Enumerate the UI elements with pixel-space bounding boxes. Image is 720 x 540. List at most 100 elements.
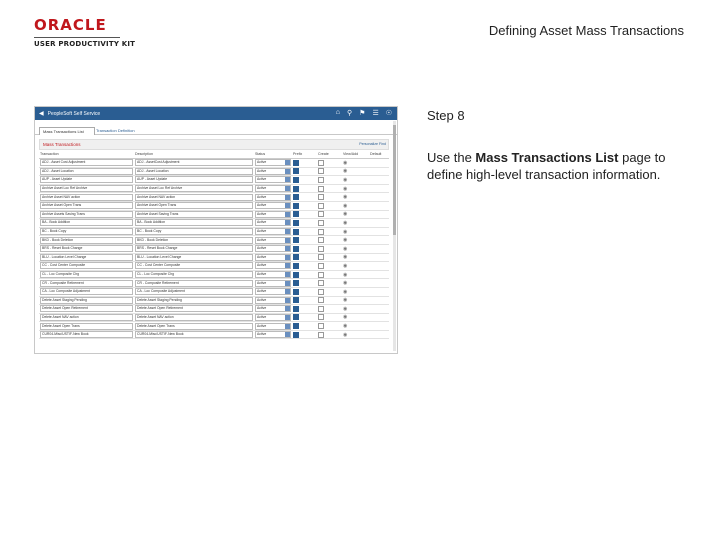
status-select[interactable]: Active	[255, 305, 291, 313]
prefix-checkbox[interactable]	[293, 254, 299, 261]
transaction-input[interactable]: Delete Asset Open Trans	[40, 322, 133, 330]
create-checkbox[interactable]	[318, 331, 324, 338]
description-input[interactable]: Delete Asset NAV action	[135, 313, 253, 321]
status-select[interactable]: Active	[255, 313, 291, 321]
status-select[interactable]: Active	[255, 210, 291, 218]
status-select[interactable]: Active	[255, 271, 291, 278]
transaction-input[interactable]: CA - Loc Composite Adjustment	[40, 288, 133, 296]
prefix-checkbox[interactable]	[293, 271, 299, 278]
prefix-checkbox[interactable]	[293, 323, 299, 330]
flag-icon[interactable]: ⚑	[359, 109, 365, 117]
transaction-input[interactable]: CC - Cost Center Composite	[40, 262, 133, 270]
create-checkbox[interactable]	[318, 280, 324, 287]
create-checkbox[interactable]	[318, 288, 324, 295]
description-input[interactable]: BKD - Book Deletion	[135, 236, 253, 244]
description-input[interactable]: CL - Loc Composite Chg	[135, 271, 253, 278]
description-input[interactable]: AUP - Asset Update	[135, 176, 253, 184]
view-icon[interactable]: ◉	[343, 263, 347, 269]
view-icon[interactable]: ◉	[343, 194, 347, 200]
prefix-checkbox[interactable]	[293, 185, 299, 192]
description-input[interactable]: CA - Loc Composite Adjustment	[135, 288, 253, 296]
status-select[interactable]: Active	[255, 193, 291, 201]
create-checkbox[interactable]	[318, 185, 324, 192]
prefix-checkbox[interactable]	[293, 237, 299, 244]
prefix-checkbox[interactable]	[293, 331, 299, 338]
status-select[interactable]: Active	[255, 322, 291, 330]
prefix-checkbox[interactable]	[293, 280, 299, 287]
transaction-input[interactable]: Archive Asset Loc Ref Archive	[40, 185, 133, 192]
grid-links[interactable]: Personalize Find	[359, 140, 386, 149]
view-icon[interactable]: ◉	[343, 289, 347, 295]
status-select[interactable]: Active	[255, 279, 291, 287]
view-icon[interactable]: ◉	[343, 211, 347, 217]
view-icon[interactable]: ◉	[343, 229, 347, 235]
create-checkbox[interactable]	[318, 254, 324, 261]
transaction-input[interactable]: BRS - Reset Book Change	[40, 245, 133, 253]
create-checkbox[interactable]	[318, 297, 324, 304]
view-icon[interactable]: ◉	[343, 297, 347, 303]
prefix-checkbox[interactable]	[293, 245, 299, 252]
view-icon[interactable]: ◉	[343, 160, 347, 166]
prefix-checkbox[interactable]	[293, 288, 299, 295]
create-checkbox[interactable]	[318, 176, 324, 183]
status-select[interactable]: Active	[255, 185, 291, 192]
description-input[interactable]: BRS - Reset Book Change	[135, 245, 253, 253]
status-select[interactable]: Active	[255, 202, 291, 210]
create-checkbox[interactable]	[318, 314, 324, 321]
create-checkbox[interactable]	[318, 219, 324, 226]
create-checkbox[interactable]	[318, 262, 324, 269]
menu-icon[interactable]: ☰	[372, 109, 378, 117]
view-icon[interactable]: ◉	[343, 254, 347, 260]
description-input[interactable]: CC - Cost Center Composite	[135, 262, 253, 270]
create-checkbox[interactable]	[318, 271, 324, 278]
transaction-input[interactable]: Delete Asset Open Retirement	[40, 305, 133, 313]
prefix-checkbox[interactable]	[293, 262, 299, 269]
transaction-input[interactable]: BC - Book Copy	[40, 228, 133, 235]
prefix-checkbox[interactable]	[293, 202, 299, 209]
status-select[interactable]: Active	[255, 245, 291, 253]
transaction-input[interactable]: CUR04-Misc/USTIF-New Book	[40, 331, 133, 339]
description-input[interactable]: CR - Composite Retirement	[135, 279, 253, 287]
transaction-input[interactable]: Archive Asset Open Trans	[40, 202, 133, 210]
description-input[interactable]: Delete Asset Open Retirement	[135, 305, 253, 313]
prefix-checkbox[interactable]	[293, 211, 299, 218]
view-icon[interactable]: ◉	[343, 186, 347, 192]
status-select[interactable]: Active	[255, 159, 291, 167]
description-input[interactable]: Archive Asset NAV action	[135, 193, 253, 201]
prefix-checkbox[interactable]	[293, 297, 299, 304]
prefix-checkbox[interactable]	[293, 219, 299, 226]
status-select[interactable]: Active	[255, 176, 291, 184]
status-select[interactable]: Active	[255, 219, 291, 227]
create-checkbox[interactable]	[318, 237, 324, 244]
status-select[interactable]: Active	[255, 331, 291, 339]
scrollbar[interactable]	[393, 121, 396, 351]
description-input[interactable]: ADJ - AssetCost Adjustment	[135, 159, 253, 167]
prefix-checkbox[interactable]	[293, 168, 299, 175]
view-icon[interactable]: ◉	[343, 246, 347, 252]
status-select[interactable]: Active	[255, 262, 291, 270]
view-icon[interactable]: ◉	[343, 332, 347, 338]
status-select[interactable]: Active	[255, 228, 291, 235]
description-input[interactable]: CUR04-Misc/USTIF-New Book	[135, 331, 253, 339]
home-icon[interactable]: ⌂	[336, 109, 340, 117]
tab-mass-transactions-list[interactable]: Mass Transactions List	[39, 127, 95, 135]
description-input[interactable]: ADJ - Asset Location	[135, 167, 253, 175]
search-icon[interactable]: ⚲	[347, 109, 352, 117]
create-checkbox[interactable]	[318, 211, 324, 218]
transaction-input[interactable]: Delete Asset Staging Pending	[40, 296, 133, 304]
view-icon[interactable]: ◉	[343, 314, 347, 320]
description-input[interactable]: BA - Book Addition	[135, 219, 253, 227]
create-checkbox[interactable]	[318, 228, 324, 235]
create-checkbox[interactable]	[318, 168, 324, 175]
scrollbar-thumb[interactable]	[393, 125, 396, 235]
view-icon[interactable]: ◉	[343, 220, 347, 226]
transaction-input[interactable]: BA - Book Addition	[40, 219, 133, 227]
description-input[interactable]: Archive Asset Loc Ref Archive	[135, 185, 253, 192]
prefix-checkbox[interactable]	[293, 176, 299, 183]
transaction-input[interactable]: Archive Asset NAV action	[40, 193, 133, 201]
view-icon[interactable]: ◉	[343, 177, 347, 183]
transaction-input[interactable]: BKD - Book Deletion	[40, 236, 133, 244]
view-icon[interactable]: ◉	[343, 280, 347, 286]
view-icon[interactable]: ◉	[343, 203, 347, 209]
compass-icon[interactable]: ☉	[386, 109, 392, 117]
